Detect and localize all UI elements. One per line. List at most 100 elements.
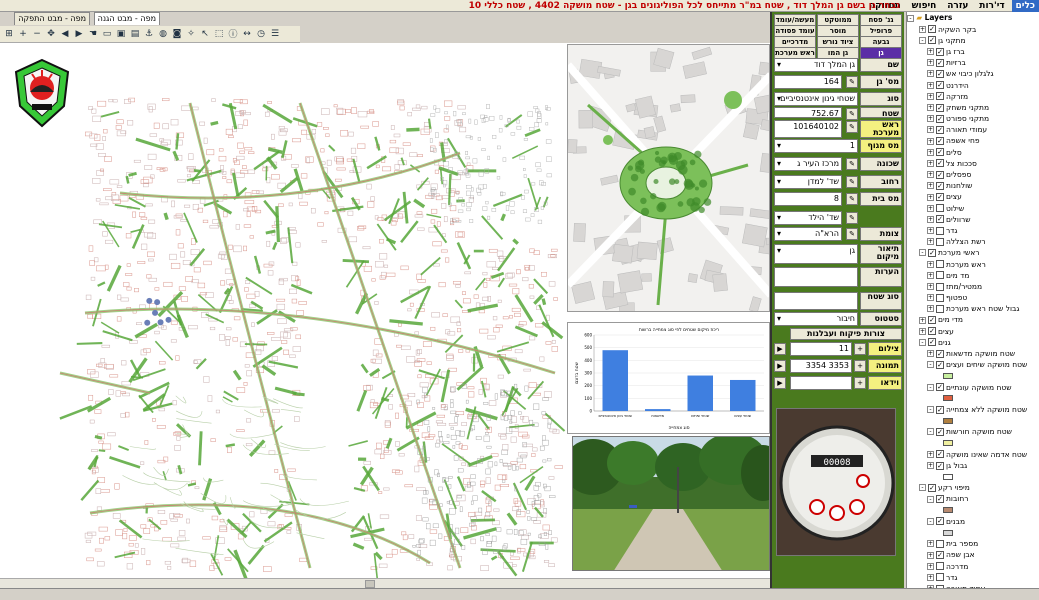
layer-checkbox[interactable] bbox=[936, 573, 944, 582]
layer-checkbox[interactable]: ✓ bbox=[936, 517, 944, 526]
expand-icon[interactable]: + bbox=[927, 573, 934, 581]
layer-checkbox[interactable]: ✓ bbox=[936, 181, 944, 190]
layer-item[interactable]: - ✓ מבנים bbox=[907, 515, 1039, 526]
expand-icon[interactable]: + bbox=[927, 81, 934, 89]
layer-item[interactable]: + ✓ עמודי תאורה bbox=[907, 124, 1039, 135]
layer-item[interactable]: - ✓ שטח מושקה עונתיים bbox=[907, 381, 1039, 392]
expand-icon[interactable]: + bbox=[927, 148, 934, 156]
layer-checkbox[interactable]: ✓ bbox=[928, 36, 936, 45]
field-link-button[interactable]: ✎ bbox=[846, 193, 858, 205]
field-input[interactable] bbox=[774, 267, 858, 287]
layer-item[interactable]: + ✓ שרוולים bbox=[907, 213, 1039, 224]
layer-item[interactable]: + מספר בית bbox=[907, 538, 1039, 549]
menu-reports[interactable]: די'רות bbox=[975, 0, 1008, 12]
expand-icon[interactable]: + bbox=[927, 260, 934, 268]
save-icon[interactable]: ▣ bbox=[115, 27, 127, 40]
image-value[interactable]: 3353 3354 bbox=[790, 359, 852, 373]
layer-item[interactable]: + ✓ ברז גן bbox=[907, 46, 1039, 57]
layer-item[interactable]: - ✓ מתקני גן bbox=[907, 34, 1039, 45]
expand-icon[interactable]: + bbox=[927, 350, 934, 358]
layer-checkbox[interactable]: ✓ bbox=[936, 170, 944, 179]
image-play-button[interactable]: ▶ bbox=[774, 360, 786, 372]
expand-icon[interactable]: + bbox=[927, 227, 934, 235]
select-area-icon[interactable]: ⬚ bbox=[213, 27, 225, 40]
layer-item[interactable]: + ✓ עצים bbox=[907, 325, 1039, 336]
layer-item[interactable]: - ✓ שטח מושקה שיחים ועצים bbox=[907, 359, 1039, 370]
layers-icon[interactable]: ☰ bbox=[269, 27, 281, 40]
layer-checkbox[interactable]: ✓ bbox=[928, 25, 936, 34]
field-input[interactable]: חיבור bbox=[774, 312, 858, 326]
layer-item[interactable]: - ✓ שטח מושקה חורשות bbox=[907, 426, 1039, 437]
print-icon[interactable]: ▤ bbox=[129, 27, 141, 40]
image-add-button[interactable]: + bbox=[854, 360, 866, 372]
anchor-icon[interactable]: ⚓ bbox=[143, 27, 155, 40]
layer-item[interactable]: + ✓ שולחנות bbox=[907, 180, 1039, 191]
layer-item[interactable]: + ✓ בקר השקיה bbox=[907, 23, 1039, 34]
layer-item[interactable]: + גדר bbox=[907, 571, 1039, 582]
info-icon[interactable]: ⓘ bbox=[227, 27, 239, 40]
layer-checkbox[interactable]: ✓ bbox=[936, 427, 944, 436]
menu-help[interactable]: עזרה bbox=[943, 0, 972, 12]
collapse-icon[interactable]: - bbox=[919, 249, 926, 257]
arrow-right-icon[interactable]: ▶ bbox=[73, 27, 85, 40]
layer-item[interactable]: + ✓ אבן שפה bbox=[907, 549, 1039, 560]
expand-icon[interactable]: + bbox=[927, 204, 934, 212]
layer-item[interactable]: + ✓ גלגלון כיבוי אש bbox=[907, 68, 1039, 79]
field-input[interactable]: גן bbox=[774, 244, 858, 264]
layer-item[interactable]: - ✓ רחובות bbox=[907, 493, 1039, 504]
layer-item[interactable]: - ✓ מיפוי רקע bbox=[907, 482, 1039, 493]
menu-tools[interactable]: כלים bbox=[1011, 0, 1039, 12]
layer-checkbox[interactable]: ✓ bbox=[936, 103, 944, 112]
expand-icon[interactable]: + bbox=[927, 551, 934, 559]
layer-checkbox[interactable]: ✓ bbox=[936, 47, 944, 56]
layer-checkbox[interactable]: ✓ bbox=[936, 125, 944, 134]
layer-checkbox[interactable]: ✓ bbox=[936, 148, 944, 157]
expand-icon[interactable]: + bbox=[927, 305, 934, 313]
menu-search[interactable]: חיפוש bbox=[908, 0, 941, 12]
expand-icon[interactable]: + bbox=[927, 48, 934, 56]
layer-checkbox[interactable]: ✓ bbox=[936, 383, 944, 392]
clock-icon[interactable]: ◷ bbox=[255, 27, 267, 40]
expand-icon[interactable]: + bbox=[927, 171, 934, 179]
expand-icon[interactable]: + bbox=[927, 193, 934, 201]
layer-checkbox[interactable]: ✓ bbox=[936, 81, 944, 90]
collapse-icon[interactable]: - bbox=[927, 517, 934, 525]
field-link-button[interactable]: ✎ bbox=[846, 158, 858, 170]
compass-icon[interactable]: ✧ bbox=[185, 27, 197, 40]
layer-item[interactable]: + ✓ מזרקה bbox=[907, 90, 1039, 101]
layer-checkbox[interactable] bbox=[936, 304, 944, 313]
layer-checkbox[interactable] bbox=[936, 226, 944, 235]
select-icon[interactable]: ↖ bbox=[199, 27, 211, 40]
video-play-button[interactable]: ▶ bbox=[774, 377, 786, 389]
expand-icon[interactable]: + bbox=[927, 182, 934, 190]
layer-checkbox[interactable]: ✓ bbox=[928, 338, 936, 347]
collapse-icon[interactable]: - bbox=[919, 338, 926, 346]
expand-icon[interactable]: + bbox=[927, 104, 934, 111]
field-link-button[interactable]: ✎ bbox=[846, 108, 858, 120]
layer-checkbox[interactable]: ✓ bbox=[936, 193, 944, 201]
layer-checkbox[interactable]: ✓ bbox=[936, 114, 944, 123]
field-input[interactable]: 1 bbox=[774, 139, 858, 153]
layer-item[interactable]: + גדר bbox=[907, 225, 1039, 236]
layer-checkbox[interactable]: ✓ bbox=[936, 58, 944, 67]
layer-item[interactable]: - ✓ שטח מושקה ללא צמחייה bbox=[907, 404, 1039, 415]
collapse-icon[interactable]: - bbox=[927, 495, 934, 503]
collapse-icon[interactable]: - bbox=[919, 484, 926, 492]
layer-item[interactable]: + ✓ הידרנט bbox=[907, 79, 1039, 90]
expand-icon[interactable]: + bbox=[927, 115, 934, 123]
video-value[interactable] bbox=[790, 376, 852, 390]
layer-item[interactable]: + ראש מערכת bbox=[907, 258, 1039, 269]
photos-play-button[interactable]: ▶ bbox=[774, 343, 786, 355]
pan-icon[interactable]: ✥ bbox=[45, 27, 57, 40]
expand-icon[interactable]: + bbox=[927, 92, 934, 100]
field-input[interactable]: 8 bbox=[774, 192, 842, 206]
field-input[interactable]: 164 bbox=[774, 75, 842, 89]
field-input[interactable] bbox=[774, 292, 858, 310]
layer-checkbox[interactable] bbox=[936, 260, 944, 269]
tab-map-maintenance[interactable]: מפה - מבט התפקה bbox=[14, 12, 91, 25]
expand-icon[interactable]: + bbox=[919, 316, 926, 324]
field-input[interactable]: הרא"ה bbox=[774, 227, 842, 241]
layer-checkbox[interactable]: ✓ bbox=[936, 360, 944, 369]
field-input[interactable]: מרכז העיר ג bbox=[774, 157, 842, 171]
layer-checkbox[interactable]: ✓ bbox=[936, 159, 944, 168]
